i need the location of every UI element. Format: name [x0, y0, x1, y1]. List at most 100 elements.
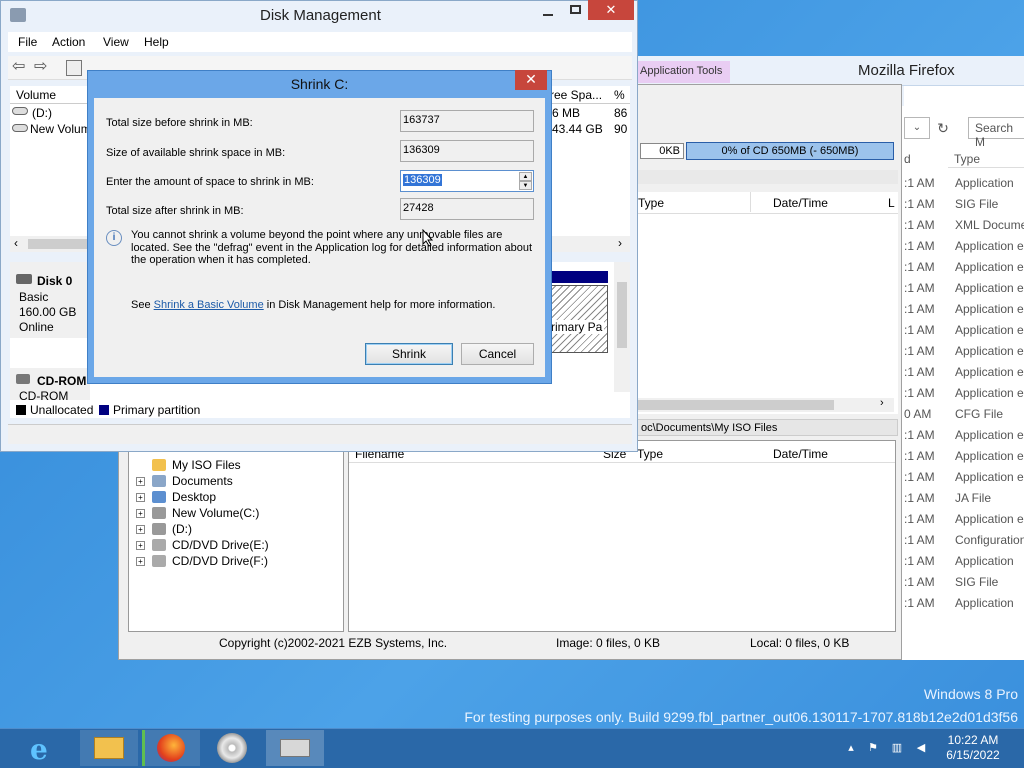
list-item[interactable]: 0 AM CFG File: [904, 403, 1024, 424]
tree-item[interactable]: CD/DVD Drive(F:): [172, 554, 268, 570]
list-item[interactable]: :1 AM Application e: [904, 298, 1024, 319]
refresh-icon[interactable]: ↻: [932, 117, 954, 139]
flag-icon[interactable]: ⚑: [866, 741, 880, 755]
item-type: Application e: [955, 386, 1024, 400]
search-input[interactable]: Search M: [968, 117, 1024, 149]
disk0-name: Disk 0: [37, 274, 73, 288]
list-item[interactable]: :1 AM Application: [904, 550, 1024, 571]
list-item[interactable]: :1 AM Application: [904, 172, 1024, 193]
minimize-icon[interactable]: [543, 6, 553, 16]
list-item[interactable]: :1 AM Application e: [904, 424, 1024, 445]
list-item[interactable]: :1 AM XML Document: [904, 214, 1024, 235]
menu-action[interactable]: Action: [52, 35, 85, 49]
firefox-icon[interactable]: [142, 730, 200, 766]
volume-name[interactable]: (D:): [32, 106, 52, 120]
date-header[interactable]: Date/Time: [773, 447, 828, 461]
toolbar-strip: [636, 170, 898, 184]
list-item[interactable]: :1 AM Application e: [904, 382, 1024, 403]
horizontal-scrollbar[interactable]: ›: [636, 397, 894, 412]
scroll-thumb[interactable]: [636, 400, 834, 410]
scroll-left-icon[interactable]: ‹: [14, 236, 18, 250]
list-item[interactable]: :1 AM SIG File: [904, 571, 1024, 592]
type-column-header[interactable]: Type: [948, 146, 1024, 168]
cancel-button[interactable]: Cancel: [461, 343, 534, 365]
clock[interactable]: 10:22 AM 6/15/2022: [944, 733, 1002, 763]
info-icon: i: [106, 230, 122, 246]
shrink-button[interactable]: Shrink: [365, 343, 453, 365]
expand-icon[interactable]: +: [136, 509, 145, 518]
console-tree-icon[interactable]: [66, 60, 82, 76]
list-item[interactable]: :1 AM Application: [904, 592, 1024, 613]
volume-icon[interactable]: ◀: [914, 741, 928, 755]
list-item[interactable]: :1 AM Application e: [904, 508, 1024, 529]
spin-up-icon[interactable]: ▲: [519, 172, 532, 181]
available-space-field: 136309: [400, 140, 534, 162]
expand-icon[interactable]: +: [136, 477, 145, 486]
expand-icon[interactable]: +: [136, 493, 145, 502]
legend-primary: Primary partition: [99, 403, 200, 417]
expand-icon[interactable]: +: [136, 525, 145, 534]
list-item[interactable]: :1 AM Application e: [904, 466, 1024, 487]
help-link[interactable]: Shrink a Basic Volume: [154, 299, 264, 311]
tree-item[interactable]: (D:): [172, 522, 192, 538]
scroll-thumb[interactable]: [617, 282, 627, 348]
local-path-bar[interactable]: oc\Documents\My ISO Files: [636, 419, 898, 436]
tree-item[interactable]: CD/DVD Drive(E:): [172, 538, 269, 554]
close-icon[interactable]: ✕: [515, 70, 547, 90]
internet-explorer-icon[interactable]: e: [18, 730, 76, 766]
spin-down-icon[interactable]: ▼: [519, 181, 532, 190]
shrink-amount-input[interactable]: 136309 ▲ ▼: [400, 170, 534, 192]
help-prefix: See: [131, 299, 154, 311]
type-header[interactable]: Type: [638, 196, 664, 210]
primary-partition[interactable]: rimary Pa: [548, 285, 608, 353]
forward-arrow-icon[interactable]: ⇨: [34, 59, 50, 76]
network-icon[interactable]: ▥: [890, 741, 904, 755]
list-item[interactable]: :1 AM Application e: [904, 361, 1024, 382]
tree-item[interactable]: New Volume(C:): [172, 506, 259, 522]
shrink-amount-value[interactable]: 136309: [403, 174, 442, 186]
back-arrow-icon[interactable]: ⇦: [12, 59, 28, 76]
volume-name[interactable]: New Volum: [30, 122, 91, 136]
show-hidden-icons-icon[interactable]: ▴: [844, 741, 858, 755]
free-space-header[interactable]: ree Spa...: [550, 88, 602, 102]
date-header[interactable]: Date/Time: [773, 196, 828, 210]
close-icon[interactable]: ✕: [588, 0, 634, 20]
menu-help[interactable]: Help: [144, 35, 169, 49]
list-item[interactable]: :1 AM JA File: [904, 487, 1024, 508]
list-item[interactable]: :1 AM Application e: [904, 277, 1024, 298]
ultraiso-icon[interactable]: [204, 730, 262, 766]
type-header[interactable]: Type: [637, 447, 663, 461]
tree-item[interactable]: My ISO Files: [172, 458, 241, 474]
menu-view[interactable]: View: [103, 35, 129, 49]
list-item[interactable]: :1 AM SIG File: [904, 193, 1024, 214]
dropdown-arrow-icon[interactable]: ⌄: [904, 117, 930, 139]
list-item[interactable]: :1 AM Application e: [904, 340, 1024, 361]
list-item[interactable]: :1 AM Application e: [904, 445, 1024, 466]
tree-item[interactable]: Documents: [172, 474, 233, 490]
scroll-right-icon[interactable]: ›: [618, 236, 622, 250]
file-explorer-icon[interactable]: [80, 730, 138, 766]
list-item[interactable]: :1 AM Configuration: [904, 529, 1024, 550]
build-info: For testing purposes only. Build 9299.fb…: [464, 709, 1018, 725]
volume-header[interactable]: Volume: [16, 88, 56, 102]
maximize-icon[interactable]: [570, 5, 581, 14]
shrink-amount-label: Enter the amount of space to shrink in M…: [106, 176, 314, 188]
graph-vscrollbar[interactable]: [614, 262, 630, 392]
list-item[interactable]: :1 AM Application e: [904, 235, 1024, 256]
expand-icon[interactable]: +: [136, 557, 145, 566]
expand-icon[interactable]: +: [136, 541, 145, 550]
scroll-right-icon[interactable]: ›: [880, 397, 884, 409]
date-column-header[interactable]: d: [904, 152, 911, 166]
disk-management-icon: [10, 8, 26, 22]
disk-management-taskbar-icon[interactable]: [266, 730, 324, 766]
tree-item[interactable]: Desktop: [172, 490, 216, 506]
list-item[interactable]: :1 AM Application e: [904, 256, 1024, 277]
application-tools-tab[interactable]: Application Tools: [636, 61, 730, 83]
item-type: Application: [955, 596, 1014, 610]
item-time: :1 AM: [904, 323, 935, 337]
cdrom-info[interactable]: CD-ROM CD-ROM (E:): [10, 368, 90, 417]
menu-file[interactable]: File: [18, 35, 37, 49]
disk0-info[interactable]: Disk 0 Basic 160.00 GB Online: [10, 262, 90, 338]
l-header[interactable]: L: [888, 196, 895, 210]
list-item[interactable]: :1 AM Application e: [904, 319, 1024, 340]
